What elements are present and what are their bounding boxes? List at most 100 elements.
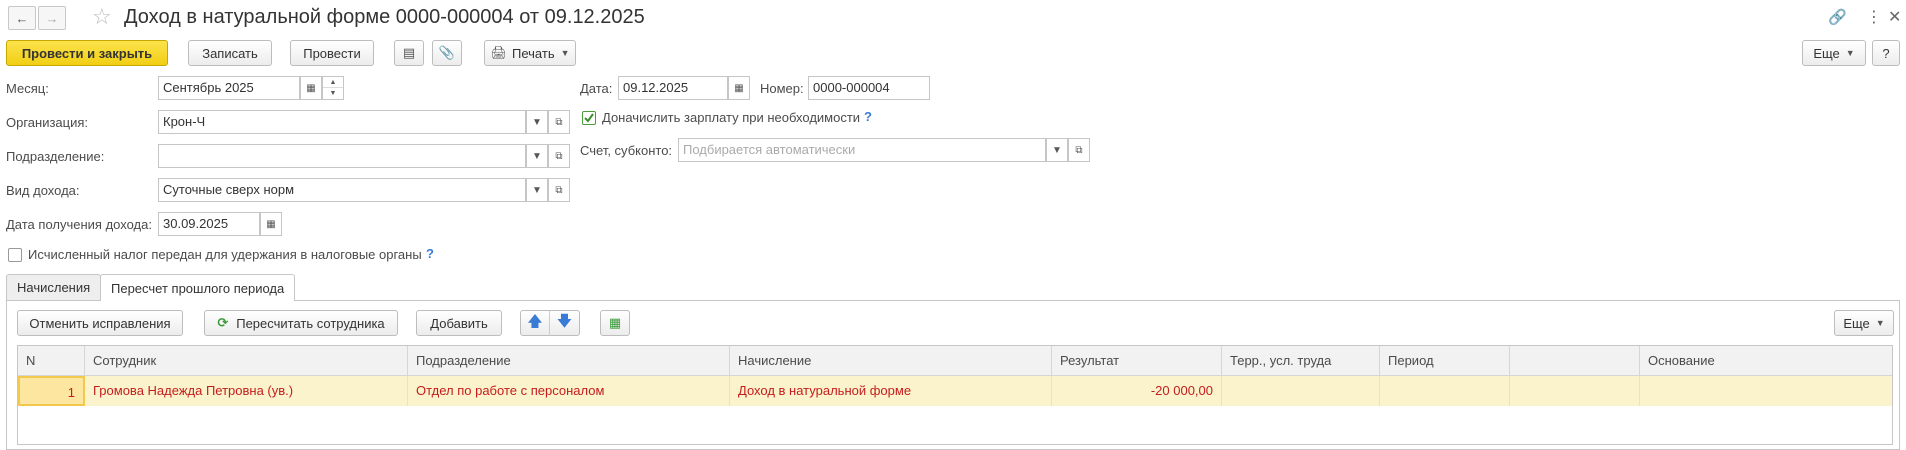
organization-input[interactable]: Крон-Ч	[158, 110, 526, 134]
number-input[interactable]: 0000-000004	[808, 76, 930, 100]
cell-result[interactable]: -20 000,00	[1052, 376, 1222, 406]
more-label: Еще	[1843, 315, 1870, 331]
date-label: Дата:	[580, 81, 613, 96]
table-add-icon: ▦	[608, 315, 622, 330]
month-input[interactable]: Сентябрь 2025	[158, 76, 300, 100]
more-vertical-icon[interactable]: ⋮	[1866, 7, 1882, 27]
table-header: N Сотрудник Подразделение Начисление Рез…	[18, 346, 1892, 376]
column-header-period[interactable]: Период	[1380, 346, 1510, 376]
open-icon: ⧉	[555, 150, 563, 162]
attachments-button[interactable]: 📎	[432, 40, 462, 66]
tab-label: Пересчет прошлого периода	[111, 280, 285, 296]
month-label: Месяц:	[6, 81, 49, 96]
income-type-input[interactable]: Суточные сверх норм	[158, 178, 526, 202]
favorite-star-icon[interactable]: ☆	[92, 4, 112, 30]
open-icon: ⧉	[555, 116, 563, 128]
recalculate-employee-button[interactable]: ⟳ Пересчитать сотрудника	[204, 310, 398, 336]
calendar-icon: ▦	[306, 82, 316, 94]
column-header-employee[interactable]: Сотрудник	[85, 346, 408, 376]
income-type-open-button[interactable]: ⧉	[548, 178, 570, 202]
organization-open-button[interactable]: ⧉	[548, 110, 570, 134]
column-header-department[interactable]: Подразделение	[408, 346, 730, 376]
cell-period[interactable]	[1380, 376, 1510, 406]
column-header-result[interactable]: Результат	[1052, 346, 1222, 376]
chevron-down-icon: ▼	[1052, 144, 1062, 156]
department-open-button[interactable]: ⧉	[548, 144, 570, 168]
chevron-down-icon: ▼	[532, 116, 542, 128]
arrow-right-icon: →	[45, 10, 59, 26]
tab-recalc-past-period[interactable]: Пересчет прошлого периода	[100, 274, 296, 301]
income-type-label: Вид дохода:	[6, 183, 80, 198]
month-spinner[interactable]: ▲ ▼	[322, 76, 344, 100]
more-button[interactable]: Еще ▼	[1802, 40, 1866, 66]
arrow-left-icon: ←	[15, 10, 29, 26]
cell-department[interactable]: Отдел по работе с персоналом	[408, 376, 730, 406]
print-label: Печать	[512, 45, 555, 61]
account-dropdown-button[interactable]: ▼	[1046, 138, 1068, 162]
tax-passed-label: Исчисленный налог передан для удержания …	[28, 247, 422, 262]
column-header-territory[interactable]: Терр., усл. труда	[1222, 346, 1380, 376]
document-journal-button[interactable]: ▤	[394, 40, 424, 66]
column-header-n[interactable]: N	[18, 346, 85, 376]
printer-icon: 🖨	[490, 45, 507, 60]
print-button[interactable]: 🖨 Печать ▼	[484, 40, 576, 66]
accrue-salary-checkbox[interactable]	[582, 111, 596, 125]
table-more-button[interactable]: Еще ▼	[1834, 310, 1894, 336]
recalculate-label: Пересчитать сотрудника	[236, 315, 385, 331]
close-icon[interactable]: ✕	[1888, 7, 1901, 27]
move-up-icon[interactable]: 🡅	[521, 310, 550, 336]
help-button[interactable]: ?	[1872, 40, 1900, 66]
tax-passed-checkbox[interactable]	[8, 248, 22, 262]
income-date-calendar-button[interactable]: ▦	[260, 212, 282, 236]
department-dropdown-button[interactable]: ▼	[526, 144, 548, 168]
post-and-close-button[interactable]: Провести и закрыть	[6, 40, 168, 66]
income-date-input[interactable]: 30.09.2025	[158, 212, 260, 236]
organization-dropdown-button[interactable]: ▼	[526, 110, 548, 134]
back-button[interactable]: ←	[8, 6, 36, 30]
cell-employee[interactable]: Громова Надежда Петровна (ув.)	[85, 376, 408, 406]
chevron-down-icon: ▼	[560, 48, 570, 58]
forward-button[interactable]: →	[38, 6, 66, 30]
number-label: Номер:	[760, 81, 804, 96]
cell-n[interactable]: 1	[18, 376, 85, 406]
chevron-down-icon: ▼	[532, 150, 542, 162]
department-input[interactable]	[158, 144, 526, 168]
calendar-button[interactable]: ▦	[300, 76, 322, 100]
calendar-icon: ▦	[734, 82, 744, 94]
spin-up-icon[interactable]: ▲	[323, 77, 343, 88]
column-header-extra[interactable]	[1510, 346, 1640, 376]
column-header-accrual[interactable]: Начисление	[730, 346, 1052, 376]
account-open-button[interactable]: ⧉	[1068, 138, 1090, 162]
cell-extra[interactable]	[1510, 376, 1640, 406]
tab-label: Начисления	[17, 280, 91, 295]
page-title: Доход в натуральной форме 0000-000004 от…	[124, 6, 645, 28]
move-down-icon[interactable]: 🡇	[550, 311, 579, 336]
date-input[interactable]: 09.12.2025	[618, 76, 728, 100]
post-button[interactable]: Провести	[290, 40, 374, 66]
save-button[interactable]: Записать	[188, 40, 272, 66]
chevron-down-icon: ▼	[1875, 318, 1885, 328]
tax-passed-help-icon[interactable]: ?	[426, 246, 434, 261]
checkmark-icon	[584, 113, 594, 123]
organization-label: Организация:	[6, 115, 89, 130]
income-date-label: Дата получения дохода:	[6, 217, 152, 232]
more-label: Еще	[1813, 45, 1840, 61]
accrue-salary-help-icon[interactable]: ?	[864, 109, 872, 124]
table-row[interactable]: 1 Громова Надежда Петровна (ув.) Отдел п…	[18, 376, 1892, 406]
cancel-fixes-button[interactable]: Отменить исправления	[17, 310, 183, 336]
cell-accrual[interactable]: Доход в натуральной форме	[730, 376, 1052, 406]
tab-accruals[interactable]: Начисления	[6, 274, 102, 300]
fill-table-button[interactable]: ▦	[600, 310, 630, 336]
account-label: Счет, субконто:	[580, 143, 673, 158]
income-type-dropdown-button[interactable]: ▼	[526, 178, 548, 202]
cell-basis[interactable]	[1640, 376, 1894, 406]
account-input[interactable]: Подбирается автоматически	[678, 138, 1046, 162]
cell-territory[interactable]	[1222, 376, 1380, 406]
accrue-salary-label: Доначислить зарплату при необходимости	[602, 110, 861, 125]
column-header-basis[interactable]: Основание	[1640, 346, 1894, 376]
spin-down-icon[interactable]: ▼	[323, 88, 343, 99]
date-calendar-button[interactable]: ▦	[728, 76, 750, 100]
department-label: Подразделение:	[6, 149, 105, 164]
add-button[interactable]: Добавить	[416, 310, 502, 336]
link-icon[interactable]: 🔗	[1828, 8, 1847, 26]
